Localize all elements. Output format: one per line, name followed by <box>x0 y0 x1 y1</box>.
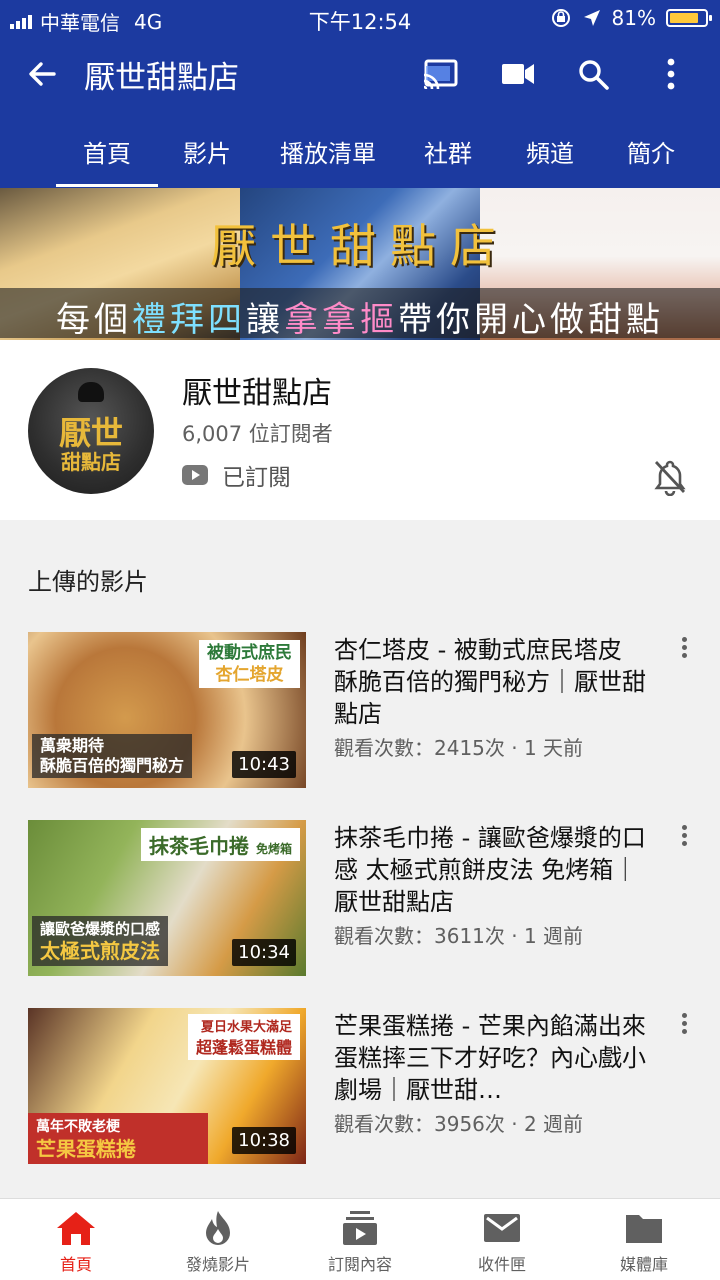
video-more-icon[interactable] <box>672 822 696 852</box>
video-item[interactable]: 抹茶毛巾捲 免烤箱 讓歐爸爆漿的口感 太極式煎皮法 10:34 抹茶毛巾捲 - 讓… <box>0 820 720 980</box>
location-arrow-icon <box>583 10 600 26</box>
nav-label: 媒體庫 <box>619 1255 668 1274</box>
video-duration: 10:34 <box>232 939 296 966</box>
orientation-lock-icon <box>551 9 570 27</box>
bottom-navigation: 首頁 發燒影片 訂閱內容 收件匣 媒體庫 <box>0 1198 720 1280</box>
video-title[interactable]: 抹茶毛巾捲 - 讓歐爸爆漿的口感 太極式煎餅皮法 免烤箱｜厭世甜點店 <box>334 822 652 918</box>
video-more-icon[interactable] <box>672 634 696 664</box>
thumbnail-subcaption: 萬衆期待 酥脆百倍的獨門秘方 <box>32 734 193 778</box>
avatar-hat <box>78 382 104 402</box>
battery-percent: 81% <box>611 6 656 30</box>
video-duration: 10:38 <box>232 1127 296 1154</box>
channel-header: 中華電信 4G 下午12:54 81% 厭世甜點店 首頁 影片 播放清單 社群 … <box>0 0 720 188</box>
video-meta: 觀看次數：3611次 · 1 週前 <box>334 924 584 948</box>
nav-label: 收件匣 <box>477 1255 526 1274</box>
inbox-mail-icon <box>484 1214 520 1242</box>
video-item[interactable]: 夏日水果大滿足 超蓬鬆蛋糕體 萬年不敗老梗 芒果蛋糕捲 10:38 芒果蛋糕捲 - … <box>0 1008 720 1168</box>
status-bar: 中華電信 4G 下午12:54 81% <box>0 0 720 38</box>
banner-title: 厭世甜點店 <box>210 219 510 273</box>
tab-about[interactable]: 簡介 <box>627 134 675 169</box>
tab-channels[interactable]: 頻道 <box>526 134 574 169</box>
uploads-section: 上傳的影片 被動式庶民 杏仁塔皮 萬衆期待 酥脆百倍的獨門秘方 10:43 杏仁塔皮… <box>0 520 720 1198</box>
nav-label: 訂閱內容 <box>327 1255 392 1274</box>
subscriptions-icon <box>343 1211 377 1245</box>
tab-playlists[interactable]: 播放清單 <box>280 134 376 169</box>
video-meta: 觀看次數：3956次 · 2 週前 <box>334 1112 584 1136</box>
app-bar: 厭世甜點店 <box>0 44 720 104</box>
subscribed-button[interactable]: 已訂閱 <box>182 458 291 492</box>
video-title[interactable]: 杏仁塔皮 - 被動式庶民塔皮 酥脆百倍的獨門秘方｜厭世甜點店 <box>334 634 652 730</box>
nav-library[interactable]: 媒體庫 <box>572 1199 716 1280</box>
video-title[interactable]: 芒果蛋糕捲 - 芒果內餡滿出來 蛋糕摔三下才好吃？內心戲小劇場｜厭世甜… <box>334 1010 652 1106</box>
thumbnail-subcaption: 讓歐爸爆漿的口感 太極式煎皮法 <box>32 916 169 966</box>
tab-home[interactable]: 首頁 <box>56 134 158 187</box>
uploads-heading: 上傳的影片 <box>28 568 148 596</box>
video-item[interactable]: 被動式庶民 杏仁塔皮 萬衆期待 酥脆百倍的獨門秘方 10:43 杏仁塔皮 - 被動式… <box>0 632 720 792</box>
thumbnail-caption: 夏日水果大滿足 超蓬鬆蛋糕體 <box>187 1014 300 1060</box>
subscriber-count: 6,007 位訂閱者 <box>182 422 333 446</box>
trending-flame-icon <box>206 1211 230 1245</box>
subscribed-label: 已訂閱 <box>222 465 291 491</box>
channel-info: 厭世 甜點店 厭世甜點店 6,007 位訂閱者 已訂閱 <box>0 340 720 520</box>
video-duration: 10:43 <box>232 751 296 778</box>
home-icon <box>57 1212 95 1245</box>
video-camera-icon[interactable] <box>498 56 538 92</box>
tab-community[interactable]: 社群 <box>424 134 472 169</box>
video-more-icon[interactable] <box>672 1010 696 1040</box>
nav-home[interactable]: 首頁 <box>4 1199 148 1280</box>
channel-name: 厭世甜點店 <box>182 376 332 411</box>
library-folder-icon <box>626 1215 662 1243</box>
video-thumbnail[interactable]: 抹茶毛巾捲 免烤箱 讓歐爸爆漿的口感 太極式煎皮法 10:34 <box>28 820 306 976</box>
nav-subscriptions[interactable]: 訂閱內容 <box>288 1199 432 1280</box>
battery-icon <box>666 9 712 27</box>
channel-banner: 厭世甜點店 每個禮拜四讓拿拿摳帶你開心做甜點 <box>0 188 720 340</box>
youtube-play-icon <box>182 465 208 485</box>
nav-trending[interactable]: 發燒影片 <box>146 1199 290 1280</box>
tab-videos[interactable]: 影片 <box>183 134 231 169</box>
video-thumbnail[interactable]: 夏日水果大滿足 超蓬鬆蛋糕體 萬年不敗老梗 芒果蛋糕捲 10:38 <box>28 1008 306 1164</box>
video-thumbnail[interactable]: 被動式庶民 杏仁塔皮 萬衆期待 酥脆百倍的獨門秘方 10:43 <box>28 632 306 788</box>
nav-inbox[interactable]: 收件匣 <box>430 1199 574 1280</box>
thumbnail-caption: 被動式庶民 杏仁塔皮 <box>199 640 300 688</box>
notifications-off-bell-icon[interactable] <box>652 458 688 496</box>
cast-icon[interactable] <box>420 56 460 92</box>
nav-label: 發燒影片 <box>185 1255 250 1274</box>
avatar-text-2: 甜點店 <box>61 450 121 474</box>
nav-label: 首頁 <box>59 1255 92 1274</box>
thumbnail-subcaption: 萬年不敗老梗 芒果蛋糕捲 <box>28 1113 208 1164</box>
search-icon[interactable] <box>574 56 614 92</box>
back-arrow-icon[interactable] <box>24 56 60 92</box>
video-meta: 觀看次數：2415次 · 1 天前 <box>334 736 584 760</box>
more-vert-icon[interactable] <box>651 56 691 92</box>
banner-subtitle: 每個禮拜四讓拿拿摳帶你開心做甜點 <box>56 300 664 340</box>
channel-tabs: 首頁 影片 播放清單 社群 頻道 簡介 <box>0 112 720 188</box>
thumbnail-caption: 抹茶毛巾捲 免烤箱 <box>141 828 300 861</box>
page-title: 厭世甜點店 <box>84 60 239 96</box>
avatar[interactable]: 厭世 甜點店 <box>28 368 154 494</box>
